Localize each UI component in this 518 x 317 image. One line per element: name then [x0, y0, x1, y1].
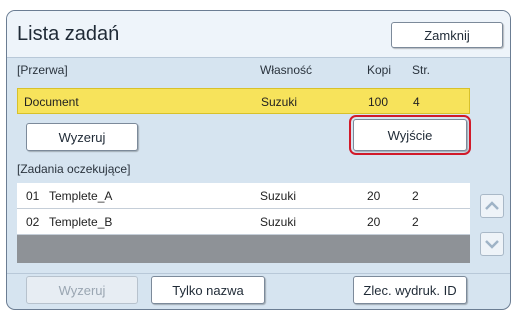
waiting-section-label: [Zadania oczekujące] [17, 162, 131, 176]
empty-row-area [17, 235, 470, 263]
row-pages: 2 [412, 189, 419, 203]
interrupted-job-row[interactable]: Document Suzuki 100 4 [17, 88, 470, 114]
job-owner: Suzuki [261, 95, 298, 109]
reset-interrupted-button[interactable]: Wyzeruj [26, 123, 138, 151]
row-number: 01 [26, 189, 40, 203]
close-button[interactable]: Zamknij [391, 22, 503, 48]
name-only-button[interactable]: Tylko nazwa [151, 276, 265, 304]
row-name: Templete_B [49, 215, 113, 229]
title-bar: Lista zadań Zamknij [7, 11, 510, 58]
column-copies: Kopi [367, 63, 392, 77]
job-name: Document [24, 95, 79, 109]
table-row[interactable]: 02 Templete_B Suzuki 20 2 [17, 209, 470, 235]
table-row[interactable]: 01 Templete_A Suzuki 20 2 [17, 183, 470, 209]
row-number: 02 [26, 215, 40, 229]
job-pages: 4 [413, 95, 420, 109]
exit-button[interactable]: Wyjście [353, 119, 467, 151]
column-owner: Własność [260, 63, 313, 77]
row-copies: 20 [367, 189, 381, 203]
reset-waiting-button[interactable]: Wyzeruj [26, 276, 138, 304]
scroll-up-button[interactable] [480, 194, 504, 218]
id-print-job-button[interactable]: Zlec. wydruk. ID [353, 276, 467, 304]
window-title: Lista zadań [17, 23, 120, 45]
row-name: Templete_A [49, 189, 113, 203]
row-copies: 20 [367, 215, 381, 229]
chevron-up-icon [485, 201, 499, 210]
row-pages: 2 [412, 215, 419, 229]
scroll-down-button[interactable] [480, 232, 504, 256]
row-owner: Suzuki [260, 215, 297, 229]
interrupted-section-label: [Przerwa] [17, 63, 68, 77]
column-pages: Str. [412, 63, 431, 77]
job-list-panel: Lista zadań Zamknij [Przerwa] Własność K… [6, 10, 511, 310]
job-copies: 100 [368, 95, 389, 109]
footer-divider [7, 273, 510, 274]
row-owner: Suzuki [260, 189, 297, 203]
chevron-down-icon [485, 240, 499, 249]
